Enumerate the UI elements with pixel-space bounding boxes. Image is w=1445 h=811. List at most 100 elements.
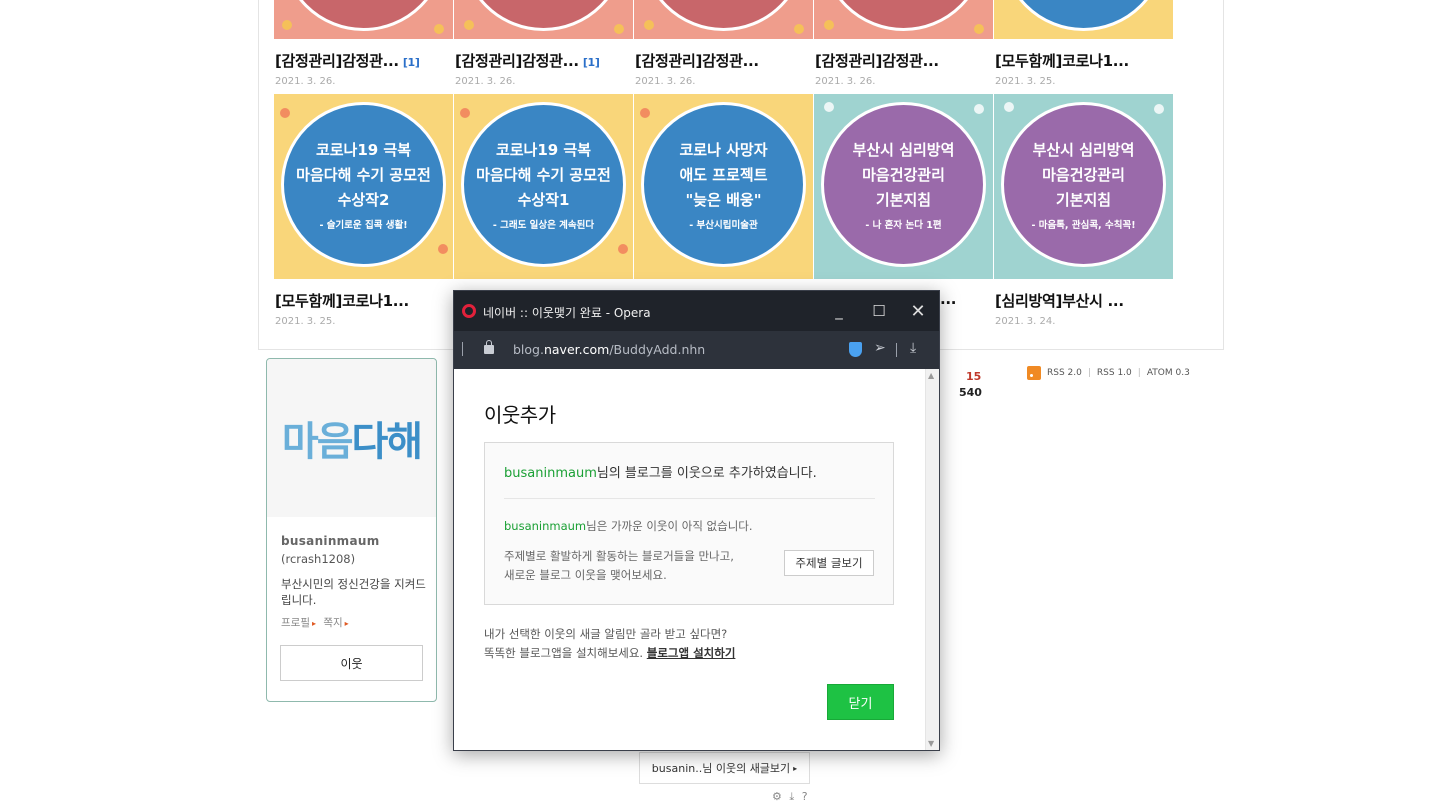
lock-icon[interactable] bbox=[484, 340, 494, 354]
divider bbox=[462, 342, 463, 356]
success-message: busaninmaum님의 블로그를 이웃으로 추가하였습니다. bbox=[504, 466, 817, 481]
post-caption[interactable]: [감정관리]감정관... [1] 2021. 3. 26. bbox=[275, 50, 451, 87]
close-icon[interactable]: ✕ bbox=[906, 299, 930, 323]
thumbnail-subtext: - 나 혼자 논다 1편 bbox=[865, 220, 942, 231]
no-buddy-message: busaninmaum님은 가까운 이웃이 아직 없습니다. bbox=[504, 519, 753, 533]
thumbnail-text: 마음건강관리 bbox=[1042, 166, 1125, 184]
profile-nickname: busaninmaum bbox=[281, 534, 380, 548]
maximize-icon[interactable]: ☐ bbox=[867, 299, 891, 323]
post-caption[interactable]: ... bbox=[940, 290, 970, 308]
post-caption[interactable]: [감정관리]감정관... [1] 2021. 3. 26. bbox=[455, 50, 631, 87]
opera-icon bbox=[462, 304, 476, 318]
visitor-total: 540 bbox=[959, 386, 982, 399]
thumbnail[interactable] bbox=[274, 0, 453, 39]
chevron-up-icon[interactable]: ▲ bbox=[928, 371, 934, 380]
post-date: 2021. 3. 25. bbox=[995, 76, 1056, 87]
thumbnail[interactable] bbox=[454, 0, 633, 39]
profile-link[interactable]: 프로필 bbox=[281, 617, 310, 629]
thumbnail[interactable]: 코로나19 극복 마음다해 수기 공모전 수상작2 - 슬기로운 집콕 생활! bbox=[274, 94, 453, 279]
widget-tools[interactable]: ⚙ ⤓ ? bbox=[772, 790, 810, 804]
buddy-newpost-label: busanin..님 이웃의 새글보기 bbox=[651, 762, 791, 775]
rss1-link[interactable]: RSS 1.0 bbox=[1097, 368, 1132, 378]
thumbnail[interactable] bbox=[814, 0, 993, 39]
post-title[interactable]: [감정관리]감정관... [1] bbox=[275, 50, 451, 71]
suggest-message: 주제별로 활발하게 활동하는 블로거들을 만나고, 새로운 블로그 이웃을 맺어보… bbox=[504, 549, 734, 582]
profile-user-id: (rcrash1208) bbox=[281, 552, 356, 566]
thumbnail-text: 마음다해 수기 공모전 bbox=[296, 166, 431, 184]
thumbnail[interactable]: 부산시 심리방역 마음건강관리 기본지침 - 마음톡, 관심콕, 수칙꼭! bbox=[994, 94, 1173, 279]
page: [감정관리]감정관... [1] 2021. 3. 26. [감정관리]감정관..… bbox=[0, 0, 1445, 811]
send-icon[interactable]: ➢ bbox=[874, 340, 886, 356]
download-icon[interactable]: ⤓ bbox=[910, 340, 916, 356]
add-buddy-button[interactable]: 이웃 bbox=[280, 645, 423, 681]
post-title[interactable]: [심리방역]부산시 ... bbox=[995, 290, 1171, 311]
post-title[interactable]: ... bbox=[940, 290, 970, 308]
post-caption[interactable]: [모두함께]코로나1... 2021. 3. 25. bbox=[995, 50, 1171, 87]
address-bar[interactable]: blog.naver.com/BuddyAdd.nhn ➢ ⤓ bbox=[454, 331, 939, 369]
post-date: 2021. 3. 24. bbox=[995, 316, 1056, 327]
thumbnail[interactable]: 코로나 사망자 애도 프로젝트 "늦은 배웅" - 부산시립미술관 bbox=[634, 94, 813, 279]
post-date: 2021. 3. 25. bbox=[275, 316, 336, 327]
profile-box: 마음다해 busaninmaum (rcrash1208) 부산시민의 정신건강… bbox=[266, 358, 437, 702]
post-date: 2021. 3. 26. bbox=[815, 76, 876, 87]
thumbnail-text: "늦은 배웅" bbox=[685, 191, 762, 209]
app-promo: 내가 선택한 이웃의 새글 알림만 골라 받고 싶다면? 똑똑한 블로그앱을 설… bbox=[484, 627, 736, 660]
post-caption[interactable]: [감정관리]감정관... 2021. 3. 26. bbox=[635, 50, 811, 87]
thumbnail-text: 기본지침 bbox=[1055, 191, 1112, 209]
post-title[interactable]: [감정관리]감정관... bbox=[815, 50, 991, 71]
shield-icon[interactable] bbox=[849, 342, 862, 357]
post-caption[interactable]: [감정관리]감정관... 2021. 3. 26. bbox=[815, 50, 991, 87]
post-date: 2021. 3. 26. bbox=[455, 76, 516, 87]
divider bbox=[504, 498, 875, 499]
close-button[interactable]: 닫기 bbox=[827, 684, 894, 720]
window-titlebar[interactable]: 네이버 :: 이웃맺기 완료 - Opera _ ☐ ✕ bbox=[454, 291, 939, 331]
thumbnail[interactable] bbox=[994, 0, 1173, 39]
thumbnail-text: 수상작2 bbox=[337, 191, 390, 209]
thumbnail-text: 애도 프로젝트 bbox=[679, 166, 768, 184]
thumbnail-subtext: - 그래도 일상은 계속된다 bbox=[492, 220, 595, 231]
thumbnail-text: 수상작1 bbox=[517, 191, 570, 209]
thumbnail-text: 코로나 사망자 bbox=[679, 141, 768, 159]
post-caption[interactable]: [모두함께]코로나1... 2021. 3. 25. bbox=[275, 290, 451, 327]
thumbnail-subtext: - 슬기로운 집콕 생활! bbox=[319, 220, 408, 231]
post-caption[interactable]: [심리방역]부산시 ... 2021. 3. 24. bbox=[995, 290, 1171, 327]
scrollbar[interactable]: ▲ ▼ bbox=[925, 369, 939, 750]
minimize-icon[interactable]: _ bbox=[827, 299, 851, 323]
popup-window: 네이버 :: 이웃맺기 완료 - Opera _ ☐ ✕ blog.naver.… bbox=[453, 290, 940, 751]
thumbnail-text: 코로나19 극복 bbox=[495, 141, 592, 159]
post-title[interactable]: [감정관리]감정관... [1] bbox=[455, 50, 631, 71]
profile-links: 프로필 ▸ 쪽지 ▸ bbox=[281, 615, 353, 630]
thumbnail-text: 부산시 심리방역 bbox=[1032, 141, 1135, 159]
post-title[interactable]: [모두함께]코로나1... bbox=[275, 290, 451, 311]
buddy-newpost-button[interactable]: busanin..님 이웃의 새글보기 ▸ bbox=[639, 752, 810, 784]
post-title[interactable]: [모두함께]코로나1... bbox=[995, 50, 1171, 71]
message-link[interactable]: 쪽지 bbox=[323, 617, 342, 629]
window-title: 네이버 :: 이웃맺기 완료 - Opera bbox=[483, 306, 651, 320]
rss-links: RSS 2.0 | RSS 1.0 | ATOM 0.3 bbox=[1027, 366, 1190, 380]
logo-text: 마음다해 bbox=[281, 419, 423, 465]
thumbnail[interactable]: 코로나19 극복 마음다해 수기 공모전 수상작1 - 그래도 일상은 계속된다 bbox=[454, 94, 633, 279]
rss-icon[interactable] bbox=[1027, 366, 1041, 380]
profile-description: 부산시민의 정신건강을 지켜드립니다. bbox=[281, 577, 426, 607]
thumbnail-subtext: - 부산시립미술관 bbox=[689, 220, 758, 231]
divider bbox=[896, 343, 897, 357]
comment-count[interactable]: [1] bbox=[583, 56, 600, 69]
post-date: 2021. 3. 26. bbox=[275, 76, 336, 87]
install-app-link[interactable]: 블로그앱 설치하기 bbox=[647, 646, 736, 660]
topic-posts-button[interactable]: 주제별 글보기 bbox=[784, 550, 874, 576]
post-date: 2021. 3. 26. bbox=[635, 76, 696, 87]
dialog-title: 이웃추가 bbox=[484, 403, 556, 427]
thumbnail-text: 마음다해 수기 공모전 bbox=[476, 166, 611, 184]
blog-logo[interactable]: 마음다해 bbox=[267, 359, 436, 517]
popup-content: 이웃추가 busaninmaum님의 블로그를 이웃으로 추가하였습니다. bu… bbox=[454, 369, 925, 750]
url-text[interactable]: blog.naver.com/BuddyAdd.nhn bbox=[513, 342, 705, 357]
thumbnail[interactable] bbox=[634, 0, 813, 39]
thumbnail[interactable]: 부산시 심리방역 마음건강관리 기본지침 - 나 혼자 논다 1편 bbox=[814, 94, 993, 279]
arrow-icon: ▸ bbox=[344, 619, 349, 628]
rss2-link[interactable]: RSS 2.0 bbox=[1047, 368, 1082, 378]
post-title[interactable]: [감정관리]감정관... bbox=[635, 50, 811, 71]
atom-link[interactable]: ATOM 0.3 bbox=[1147, 368, 1190, 378]
thumbnail-text: 마음건강관리 bbox=[862, 166, 945, 184]
chevron-down-icon[interactable]: ▼ bbox=[928, 739, 934, 748]
comment-count[interactable]: [1] bbox=[403, 56, 420, 69]
